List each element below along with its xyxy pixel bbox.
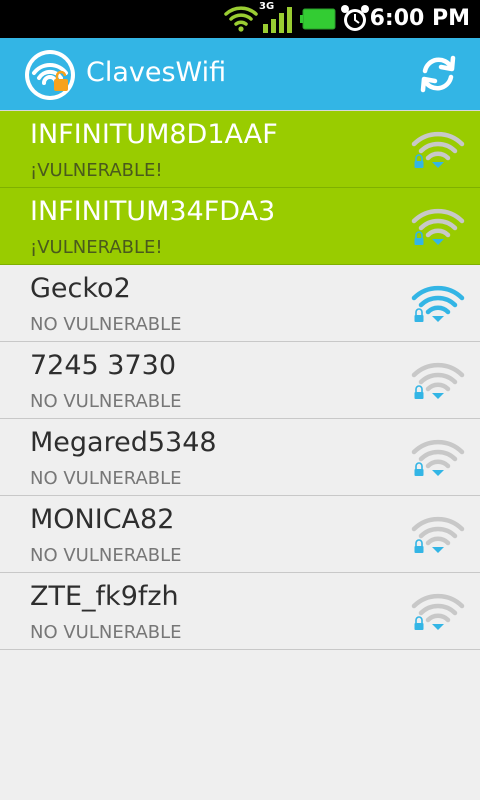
network-list-item[interactable]: Gecko2 NO VULNERABLE xyxy=(0,265,480,342)
network-vulnerability-status: NO VULNERABLE xyxy=(30,545,182,566)
network-list-item[interactable]: MONICA82 NO VULNERABLE xyxy=(0,496,480,573)
network-ssid: MONICA82 xyxy=(30,504,175,535)
network-list-item[interactable]: Megared5348 NO VULNERABLE xyxy=(0,419,480,496)
battery-icon xyxy=(300,8,336,34)
network-vulnerability-status: NO VULNERABLE xyxy=(30,314,182,335)
network-list-item[interactable]: INFINITUM34FDA3 ¡VULNERABLE! xyxy=(0,188,480,265)
wifi-signal-icon xyxy=(410,130,466,172)
network-vulnerability-status: ¡VULNERABLE! xyxy=(30,237,163,258)
clock-time: 6:00 PM xyxy=(369,6,470,31)
network-ssid: 7245 3730 xyxy=(30,350,177,381)
wifi-lock-logo-icon xyxy=(24,49,76,105)
wifi-signal-icon xyxy=(410,207,466,249)
network-list-item[interactable]: INFINITUM8D1AAF ¡VULNERABLE! xyxy=(0,110,480,188)
network-ssid: Gecko2 xyxy=(30,273,131,304)
app-title: ClavesWifi xyxy=(86,57,227,88)
wifi-signal-icon xyxy=(410,515,466,557)
wifi-icon xyxy=(224,4,258,36)
wifi-signal-icon xyxy=(410,284,466,326)
network-list: INFINITUM8D1AAF ¡VULNERABLE! INFINITUM34FD… xyxy=(0,110,480,650)
wifi-signal-icon xyxy=(410,438,466,480)
status-bar: 3G 6:00 PM xyxy=(0,0,480,38)
network-vulnerability-status: NO VULNERABLE xyxy=(30,622,182,643)
network-vulnerability-status: ¡VULNERABLE! xyxy=(30,160,163,181)
app-bar: ClavesWifi xyxy=(0,38,480,110)
refresh-button[interactable] xyxy=(412,50,464,98)
alarm-icon xyxy=(340,4,370,38)
signal-icon xyxy=(262,7,294,37)
network-ssid: Megared5348 xyxy=(30,427,217,458)
wifi-signal-icon xyxy=(410,592,466,634)
network-list-item[interactable]: 7245 3730 NO VULNERABLE xyxy=(0,342,480,419)
network-ssid: INFINITUM34FDA3 xyxy=(30,196,276,227)
network-list-item[interactable]: ZTE_fk9fzh NO VULNERABLE xyxy=(0,573,480,650)
network-vulnerability-status: NO VULNERABLE xyxy=(30,391,182,412)
network-vulnerability-status: NO VULNERABLE xyxy=(30,468,182,489)
network-ssid: INFINITUM8D1AAF xyxy=(30,119,278,150)
network-ssid: ZTE_fk9fzh xyxy=(30,581,179,612)
wifi-signal-icon xyxy=(410,361,466,403)
